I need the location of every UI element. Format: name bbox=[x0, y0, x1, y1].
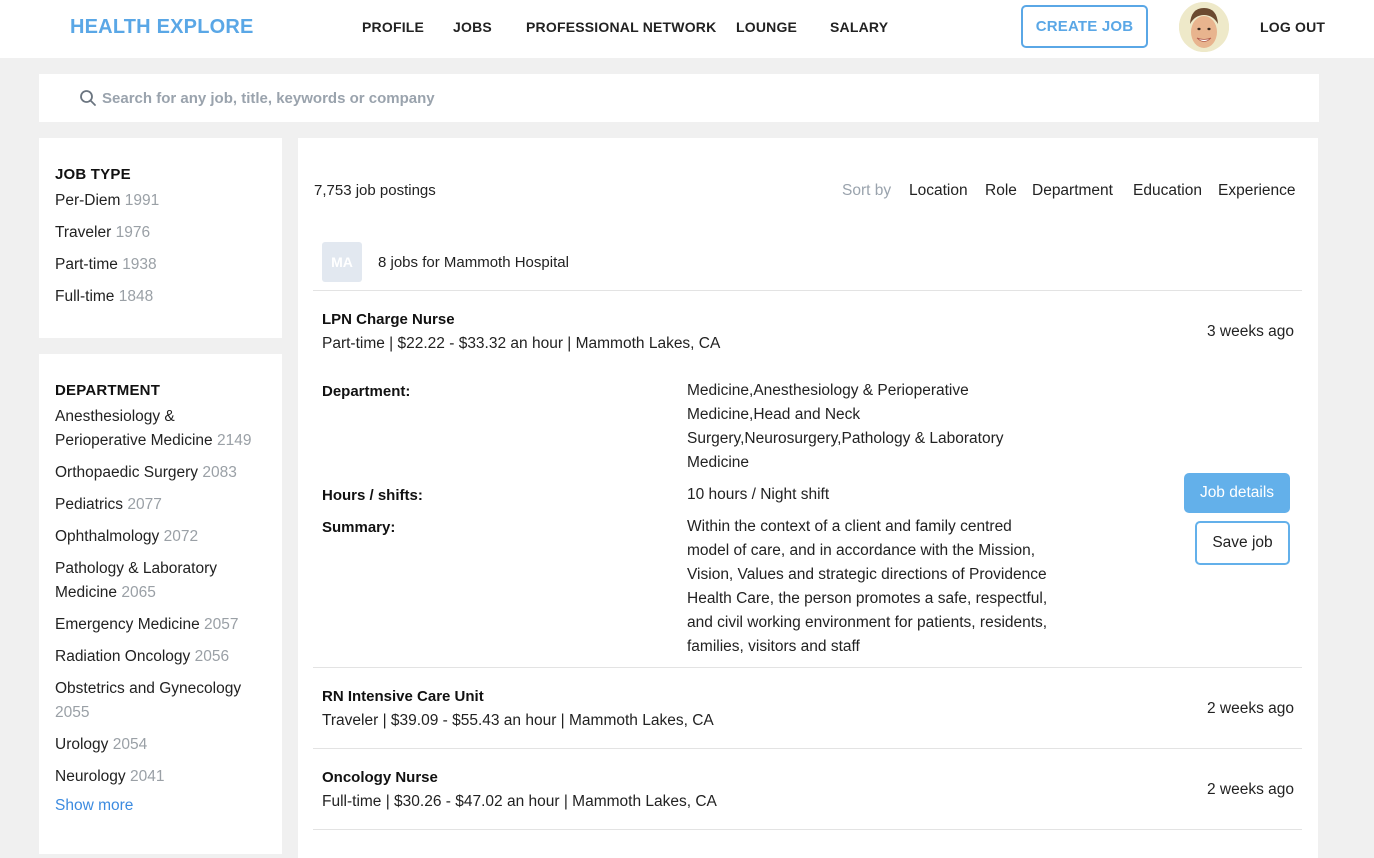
summary-value: Within the context of a client and famil… bbox=[687, 518, 1048, 655]
filter-count: 2072 bbox=[163, 528, 199, 545]
department-value: Medicine,Anesthesiology & Perioperative … bbox=[687, 382, 1004, 471]
filter-item-pathology[interactable]: Pathology & Laboratory Medicine 2065 bbox=[55, 557, 266, 605]
divider bbox=[313, 667, 1302, 668]
filter-label: Radiation Oncology bbox=[55, 648, 191, 665]
filter-count: 2149 bbox=[216, 432, 252, 449]
department-heading: DEPARTMENT bbox=[55, 382, 161, 399]
filter-item-urology[interactable]: Urology 2054 bbox=[55, 733, 266, 757]
filter-count: 1938 bbox=[122, 256, 157, 273]
filter-label: Traveler bbox=[55, 224, 112, 241]
results-panel: 7,753 job postings Sort by Location Role… bbox=[298, 138, 1318, 858]
employer-initials-badge: MA bbox=[322, 242, 362, 282]
filter-count: 2056 bbox=[194, 648, 230, 665]
hours-value: 10 hours / Night shift bbox=[687, 486, 830, 503]
filter-item-emergency-medicine[interactable]: Emergency Medicine 2057 bbox=[55, 613, 266, 637]
postings-count: 7,753 job postings bbox=[314, 182, 436, 199]
filter-item-radiation-oncology[interactable]: Radiation Oncology 2056 bbox=[55, 645, 266, 669]
nav-salary[interactable]: SALARY bbox=[830, 19, 888, 35]
save-job-button[interactable]: Save job bbox=[1195, 521, 1290, 565]
summary-label: Summary: bbox=[322, 519, 396, 536]
filter-item-obstetrics[interactable]: Obstetrics and Gynecology 2055 bbox=[55, 677, 266, 725]
sort-experience[interactable]: Experience bbox=[1218, 182, 1296, 200]
sort-education[interactable]: Education bbox=[1133, 182, 1202, 200]
filter-count: 2065 bbox=[121, 584, 156, 601]
job-title[interactable]: Oncology Nurse bbox=[322, 769, 438, 786]
nav-lounge[interactable]: LOUNGE bbox=[736, 19, 797, 35]
nav-jobs[interactable]: JOBS bbox=[453, 19, 492, 35]
job-posted-age: 2 weeks ago bbox=[1206, 700, 1294, 717]
filter-count: 1848 bbox=[118, 288, 154, 305]
department-label: Department: bbox=[322, 383, 411, 400]
filter-label: Neurology bbox=[55, 768, 126, 785]
filter-label: Full-time bbox=[55, 288, 115, 305]
job-posted-age: 3 weeks ago bbox=[1206, 323, 1294, 340]
filter-count: 2077 bbox=[127, 496, 162, 513]
employer-jobs-text[interactable]: 8 jobs for Mammoth Hospital bbox=[378, 254, 569, 271]
user-avatar[interactable] bbox=[1179, 2, 1229, 52]
filter-item-full-time[interactable]: Full-time 1848 bbox=[55, 285, 266, 309]
filter-count: 2083 bbox=[202, 464, 237, 481]
job-posted-age: 2 weeks ago bbox=[1206, 781, 1294, 798]
filter-item-ophthalmology[interactable]: Ophthalmology 2072 bbox=[55, 525, 266, 549]
job-subtitle: Traveler | $39.09 - $55.43 an hour | Mam… bbox=[322, 712, 714, 729]
filter-label: Part-time bbox=[55, 256, 118, 273]
nav-professional-network[interactable]: PROFESSIONAL NETWORK bbox=[526, 19, 716, 35]
job-subtitle: Part-time | $22.22 - $33.32 an hour | Ma… bbox=[322, 335, 721, 352]
department-filter: DEPARTMENT Anesthesiology & Perioperativ… bbox=[39, 354, 282, 854]
job-title[interactable]: LPN Charge Nurse bbox=[322, 311, 455, 328]
filter-count: 2055 bbox=[55, 704, 90, 721]
filter-label: Ophthalmology bbox=[55, 528, 160, 545]
filter-label: Anesthesiology & Perioperative Medicine bbox=[55, 408, 213, 449]
filter-count: 2041 bbox=[129, 768, 165, 785]
filter-label: Obstetrics and Gynecology bbox=[55, 680, 242, 697]
filter-item-neurology[interactable]: Neurology 2041 bbox=[55, 765, 266, 789]
filter-item-orthopaedic-surgery[interactable]: Orthopaedic Surgery 2083 bbox=[55, 461, 266, 485]
divider bbox=[313, 829, 1302, 830]
filter-item-pediatrics[interactable]: Pediatrics 2077 bbox=[55, 493, 266, 517]
job-type-filter: JOB TYPE Per-Diem 1991 Traveler 1976 Par… bbox=[39, 138, 282, 338]
job-title[interactable]: RN Intensive Care Unit bbox=[322, 688, 484, 705]
filter-item-part-time[interactable]: Part-time 1938 bbox=[55, 253, 266, 277]
avatar-face-icon bbox=[1179, 2, 1229, 52]
create-job-button[interactable]: CREATE JOB bbox=[1021, 5, 1148, 48]
filter-label: Emergency Medicine bbox=[55, 616, 200, 633]
top-header: HEALTH EXPLORE PROFILE JOBS PROFESSIONAL… bbox=[0, 0, 1374, 58]
job-subtitle: Full-time | $30.26 - $47.02 an hour | Ma… bbox=[322, 793, 717, 810]
divider bbox=[313, 290, 1302, 291]
filter-item-anesthesiology[interactable]: Anesthesiology & Perioperative Medicine … bbox=[55, 405, 266, 453]
brand-logo[interactable]: HEALTH EXPLORE bbox=[70, 16, 254, 39]
logout-link[interactable]: LOG OUT bbox=[1260, 19, 1325, 35]
sort-department[interactable]: Department bbox=[1032, 182, 1113, 200]
job-details-button[interactable]: Job details bbox=[1184, 473, 1290, 513]
sort-role[interactable]: Role bbox=[985, 182, 1017, 200]
filter-count: 2057 bbox=[204, 616, 239, 633]
filter-item-traveler[interactable]: Traveler 1976 bbox=[55, 221, 266, 245]
sort-by-label: Sort by bbox=[842, 182, 892, 199]
filter-label: Orthopaedic Surgery bbox=[55, 464, 199, 481]
show-more-link[interactable]: Show more bbox=[55, 797, 266, 815]
search-input[interactable] bbox=[102, 86, 802, 110]
sort-location[interactable]: Location bbox=[909, 182, 968, 200]
filter-label: Pediatrics bbox=[55, 496, 124, 513]
filter-count: 1976 bbox=[115, 224, 151, 241]
filter-count: 2054 bbox=[112, 736, 148, 753]
hours-label: Hours / shifts: bbox=[322, 487, 423, 504]
filter-label: Urology bbox=[55, 736, 109, 753]
search-icon bbox=[80, 90, 96, 106]
job-type-heading: JOB TYPE bbox=[55, 166, 131, 183]
filter-count: 1991 bbox=[124, 192, 160, 209]
filter-label: Per-Diem bbox=[55, 192, 121, 209]
divider bbox=[313, 748, 1302, 749]
search-bar bbox=[39, 74, 1319, 122]
filter-item-per-diem[interactable]: Per-Diem 1991 bbox=[55, 189, 266, 213]
nav-profile[interactable]: PROFILE bbox=[362, 19, 424, 35]
